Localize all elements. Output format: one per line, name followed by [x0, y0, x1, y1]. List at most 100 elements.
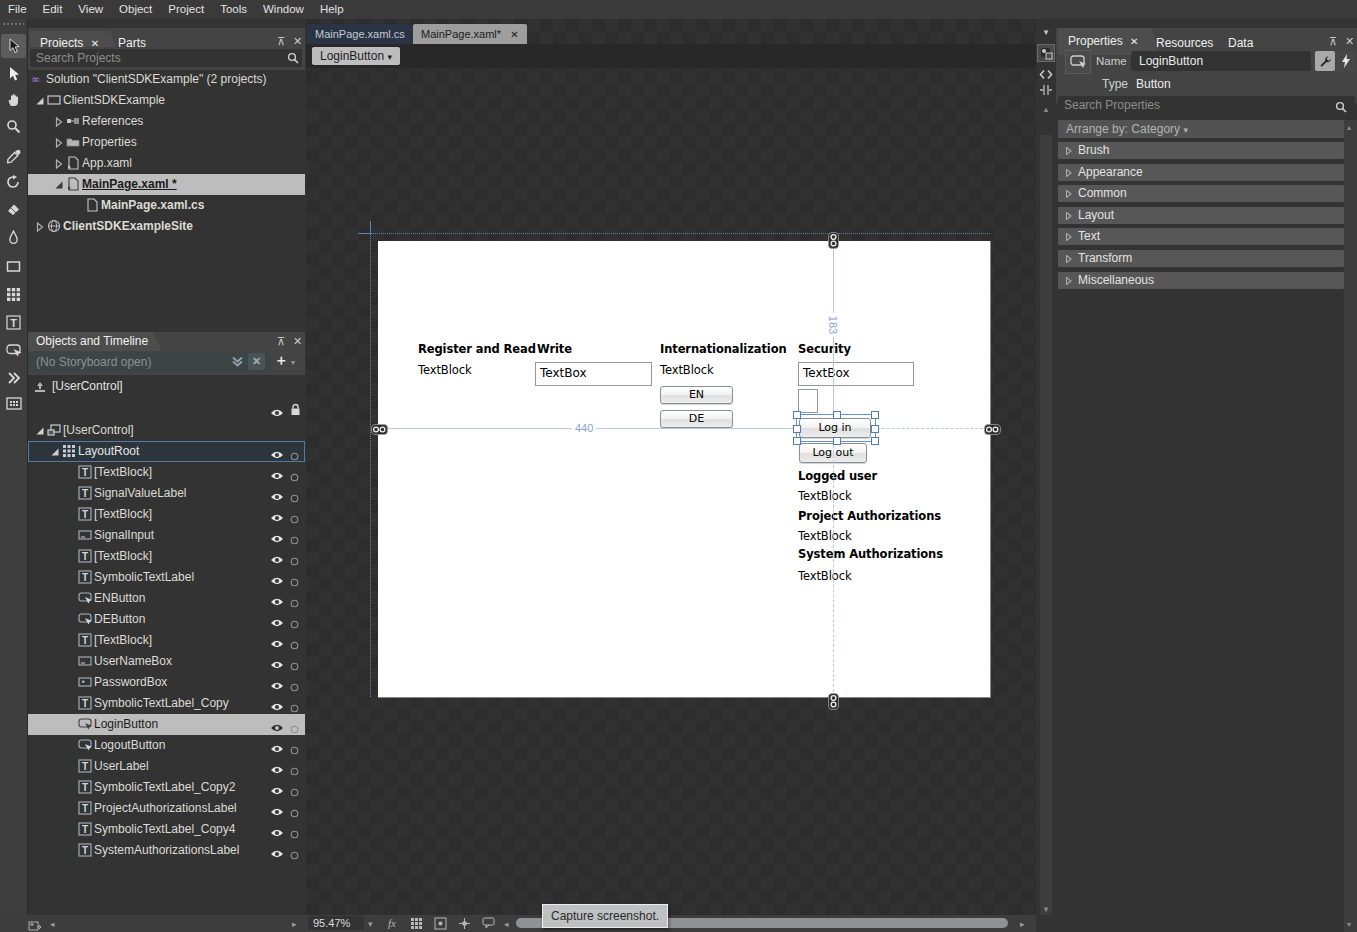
- resize-handle[interactable]: [833, 437, 841, 445]
- design-view-button[interactable]: [1037, 44, 1055, 62]
- username-textbox[interactable]: TextBox: [798, 362, 914, 386]
- category-text[interactable]: Text: [1058, 228, 1344, 245]
- category-miscellaneous[interactable]: Miscellaneous: [1058, 272, 1344, 289]
- category-brush[interactable]: Brush: [1058, 142, 1344, 159]
- en-button[interactable]: EN: [660, 386, 733, 404]
- menu-window[interactable]: Window: [255, 0, 312, 19]
- split-view-icon[interactable]: [1036, 82, 1056, 100]
- search-properties-input[interactable]: Search Properties: [1058, 96, 1355, 114]
- object-item-logoutbutton[interactable]: LogoutButton: [28, 735, 305, 756]
- arrange-by-dropdown[interactable]: Arrange by: Category ▾: [1058, 120, 1344, 138]
- tool-button-icon[interactable]: [1, 338, 26, 362]
- write-textbox[interactable]: TextBox: [535, 362, 652, 386]
- expander-icon[interactable]: [52, 132, 66, 153]
- lock-icon[interactable]: [290, 402, 301, 420]
- objects-timeline-title[interactable]: Objects and Timeline: [28, 332, 162, 351]
- scroll-up-icon[interactable]: ▴: [1036, 104, 1056, 114]
- storyboard-open-icon[interactable]: [231, 356, 244, 370]
- category-common[interactable]: Common: [1058, 185, 1344, 202]
- tool-eyedropper-icon[interactable]: [1, 144, 26, 168]
- tool-more-tools-icon[interactable]: [1, 366, 26, 390]
- project-item-mainpage-xaml-cs[interactable]: MainPage.xaml.cs: [28, 195, 305, 216]
- annotation-icon[interactable]: [482, 917, 495, 931]
- object-item-symbolictextlabel-copy4[interactable]: TSymbolicTextLabel_Copy4: [28, 819, 305, 840]
- object-item-debutton[interactable]: DEButton: [28, 609, 305, 630]
- wrench-button[interactable]: [1315, 51, 1335, 71]
- tab-mainpage-xaml[interactable]: MainPage.xaml* ✕: [413, 24, 527, 44]
- object-item-symbolictextlabel-copy2[interactable]: TSymbolicTextLabel_Copy2: [28, 777, 305, 798]
- scroll-right-icon[interactable]: ▸: [1020, 919, 1025, 929]
- scroll-up-icon[interactable]: ▴: [1347, 123, 1351, 132]
- tool-pan-icon[interactable]: [1, 88, 26, 112]
- scroll-left-icon[interactable]: ◂: [50, 919, 55, 929]
- anchor-right-icon[interactable]: [984, 421, 1001, 439]
- resize-handle[interactable]: [793, 425, 801, 433]
- collapse-icon[interactable]: ▾: [1036, 27, 1056, 37]
- expander-icon[interactable]: [48, 441, 62, 462]
- de-button[interactable]: DE: [660, 410, 733, 428]
- scroll-right-icon[interactable]: ▸: [292, 919, 297, 929]
- project-item-clientsdkexamplesite[interactable]: ClientSDKExampleSite: [28, 216, 305, 237]
- resize-handle[interactable]: [833, 411, 841, 419]
- anchor-bottom-icon[interactable]: [828, 693, 839, 714]
- tool-assets-icon[interactable]: [1, 391, 26, 415]
- eye-icon[interactable]: [270, 845, 284, 866]
- pin-icon[interactable]: ⊼: [277, 335, 285, 348]
- resize-handle[interactable]: [871, 425, 879, 433]
- object-item-usernamebox[interactable]: UserNameBox: [28, 651, 305, 672]
- effects-icon[interactable]: fx: [388, 917, 396, 929]
- scope-row[interactable]: [UserControl]: [28, 377, 305, 396]
- menu-help[interactable]: Help: [312, 0, 352, 19]
- properties-scrollbar[interactable]: ▴ ▾: [1344, 120, 1357, 932]
- password-box[interactable]: [798, 389, 818, 413]
- expander-icon[interactable]: [52, 153, 66, 174]
- expander-icon[interactable]: [33, 216, 47, 237]
- object-item-signalinput[interactable]: SignalInput: [28, 525, 305, 546]
- tab-close-icon[interactable]: ✕: [510, 29, 518, 40]
- circle-icon[interactable]: [290, 846, 299, 867]
- object-item-symbolictextlabel[interactable]: TSymbolicTextLabel: [28, 567, 305, 588]
- storyboard-add-dropdown[interactable]: ▾: [291, 358, 295, 367]
- breadcrumb-loginbutton[interactable]: LoginButton ▾: [312, 47, 400, 65]
- close-icon[interactable]: ✕: [293, 335, 302, 348]
- object-item-loginbutton[interactable]: LoginButton: [28, 714, 305, 735]
- object-item-signalvaluelabel[interactable]: TSignalValueLabel: [28, 483, 305, 504]
- project-item-references[interactable]: References: [28, 111, 305, 132]
- resize-handle[interactable]: [793, 437, 801, 445]
- event-bolt-button[interactable]: [1337, 51, 1355, 71]
- object-item-projectauthorizationslabel[interactable]: TProjectAuthorizationsLabel: [28, 798, 305, 819]
- expander-icon[interactable]: [52, 174, 66, 195]
- storyboard-close-icon[interactable]: ✕: [248, 353, 265, 370]
- menu-edit[interactable]: Edit: [35, 0, 71, 19]
- category-transform[interactable]: Transform: [1058, 250, 1344, 267]
- menu-object[interactable]: Object: [111, 0, 160, 19]
- tool-ink-icon[interactable]: [1, 225, 26, 249]
- tool-direct-selection-icon[interactable]: [1, 62, 26, 86]
- object-item--textblock-[interactable]: T[TextBlock]: [28, 462, 305, 483]
- tool-grid-icon[interactable]: [1, 282, 26, 306]
- tool-brush-transform-icon[interactable]: [1, 170, 26, 194]
- menu-project[interactable]: Project: [160, 0, 212, 19]
- category-layout[interactable]: Layout: [1058, 207, 1344, 224]
- artboard[interactable]: Register and Read TextBlock Write TextBo…: [378, 241, 991, 698]
- tool-selection-icon[interactable]: [1, 34, 26, 58]
- scroll-down-icon[interactable]: ▾: [1347, 920, 1351, 929]
- project-item-mainpage-xaml-[interactable]: MainPage.xaml *: [28, 174, 305, 195]
- tool-zoom-icon[interactable]: [1, 114, 26, 138]
- tool-rectangle-icon[interactable]: [1, 254, 26, 278]
- anchor-top-icon[interactable]: [828, 232, 839, 253]
- storyboard-add-icon[interactable]: ＋: [274, 352, 288, 370]
- object-item--usercontrol-[interactable]: [UserControl]: [28, 420, 305, 441]
- object-item-userlabel[interactable]: TUserLabel: [28, 756, 305, 777]
- tab-mainpage-xaml-cs[interactable]: MainPage.xaml.cs: [307, 24, 413, 44]
- menu-file[interactable]: File: [0, 0, 35, 19]
- project-item-properties[interactable]: Properties: [28, 132, 305, 153]
- board-icon[interactable]: [28, 918, 42, 932]
- object-item-layoutroot[interactable]: LayoutRoot: [28, 441, 305, 462]
- resize-handle[interactable]: [793, 411, 801, 419]
- tool-textblock-icon[interactable]: T: [1, 310, 26, 334]
- object-item--textblock-[interactable]: T[TextBlock]: [28, 504, 305, 525]
- snap-grid-icon[interactable]: [434, 917, 447, 932]
- zoom-level[interactable]: 95.47%: [308, 916, 364, 930]
- grid-icon[interactable]: [410, 917, 423, 932]
